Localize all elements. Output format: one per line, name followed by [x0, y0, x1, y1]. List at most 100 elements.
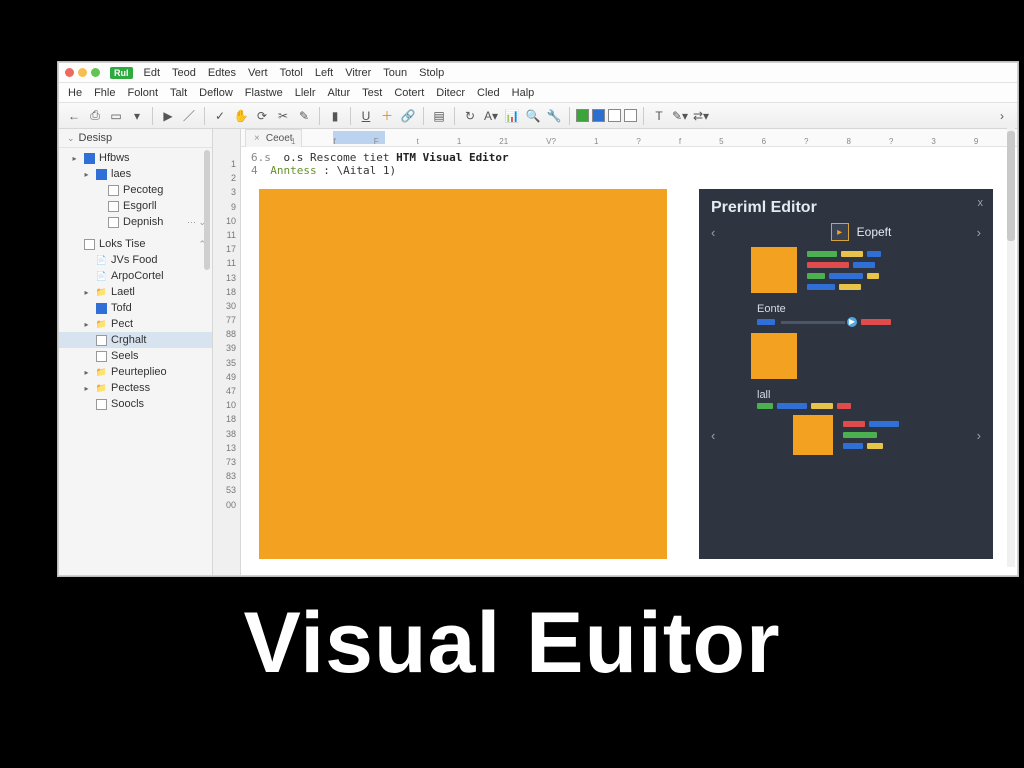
menu-item[interactable]: Toun	[380, 67, 410, 79]
swatch-green-icon[interactable]	[576, 109, 589, 122]
tree-scrollbar[interactable]	[204, 150, 210, 270]
play-icon[interactable]: ▶	[159, 107, 177, 125]
expander-icon[interactable]: ▸	[81, 287, 92, 298]
panel-slider[interactable]: ▶	[757, 319, 981, 325]
text-a-icon[interactable]: A▾	[482, 107, 500, 125]
tree-node[interactable]: Soocls	[59, 396, 212, 412]
panel-close-icon[interactable]: x	[978, 197, 984, 209]
tree-node[interactable]: ▸Hfbws	[59, 150, 212, 166]
expander-icon[interactable]: ▸	[69, 153, 80, 164]
scrollbar-thumb[interactable]	[1007, 131, 1015, 241]
text-t-icon[interactable]: T	[650, 107, 668, 125]
tree-node[interactable]: Loks Tise⌃	[59, 236, 212, 252]
check-icon[interactable]: ✓	[211, 107, 229, 125]
menu-item[interactable]: Altur	[325, 87, 354, 99]
pen-icon[interactable]: ／	[180, 107, 198, 125]
link-icon[interactable]: 🔗	[399, 107, 417, 125]
chevron-left-icon[interactable]: ‹	[711, 225, 715, 240]
menu-item[interactable]: Left	[312, 67, 336, 79]
menu-item[interactable]: He	[65, 87, 85, 99]
chevron-down-icon[interactable]: ⌄	[67, 133, 75, 144]
cut-icon[interactable]: ✂	[274, 107, 292, 125]
expander-icon[interactable]: ▸	[81, 367, 92, 378]
forward-button[interactable]: ›	[993, 107, 1011, 125]
slider-track[interactable]: ▶	[781, 321, 855, 324]
wrench-icon[interactable]: 🔧	[545, 107, 563, 125]
thumbnail-icon[interactable]	[751, 247, 797, 293]
tree-node[interactable]: Esgorll	[59, 198, 212, 214]
thumbnail-icon[interactable]	[751, 333, 797, 379]
canvas-shape[interactable]	[259, 189, 667, 559]
brush-icon[interactable]: ✎▾	[671, 107, 689, 125]
thumbnail-icon[interactable]	[793, 415, 833, 455]
back-button[interactable]: ←	[65, 107, 83, 125]
tree-label: Esgorll	[123, 200, 157, 212]
layout-icon[interactable]: ▤	[430, 107, 448, 125]
editor-canvas[interactable]: 1fFt121V?1?f56?8?39101340114?F × Ceoet 6…	[241, 129, 1017, 575]
expander-icon[interactable]: ▸	[81, 383, 92, 394]
menu-item[interactable]: Talt	[167, 87, 190, 99]
tree-node[interactable]: Depnish⋯ ⌄	[59, 214, 212, 230]
hand-icon[interactable]: ✋	[232, 107, 250, 125]
menu-item[interactable]: Llelr	[292, 87, 319, 99]
dropdown-icon[interactable]: ▾	[128, 107, 146, 125]
chevron-right-icon[interactable]: ›	[977, 428, 981, 443]
menu-item[interactable]: Folont	[124, 87, 161, 99]
zoom-dot-icon[interactable]	[91, 68, 100, 77]
play-knob-icon[interactable]: ▶	[845, 315, 859, 329]
tree-node[interactable]: Crghalt	[59, 332, 212, 348]
underline-icon[interactable]: U	[357, 107, 375, 125]
chart-icon[interactable]: 📊	[503, 107, 521, 125]
tree-node[interactable]: ▸📁Laetl	[59, 284, 212, 300]
tree-node[interactable]: ▸📁Peurteplieo	[59, 364, 212, 380]
tree-node[interactable]: ▸laes	[59, 166, 212, 182]
loop-icon[interactable]: ↻	[461, 107, 479, 125]
chevron-left-icon[interactable]: ‹	[711, 428, 715, 443]
tree-node[interactable]: Pecoteg	[59, 182, 212, 198]
align-icon[interactable]: ⇄▾	[692, 107, 710, 125]
tree-node[interactable]: Seels	[59, 348, 212, 364]
menu-item[interactable]: Test	[359, 87, 385, 99]
menu-item[interactable]: Totol	[277, 67, 306, 79]
expander-icon[interactable]: ▸	[81, 319, 92, 330]
menu-item[interactable]: Vitrer	[342, 67, 374, 79]
swatch-box-icon[interactable]	[624, 109, 637, 122]
swatch-grid-icon[interactable]	[608, 109, 621, 122]
menu-item[interactable]: Deflow	[196, 87, 236, 99]
rotate-icon[interactable]: ⟳	[253, 107, 271, 125]
chevron-right-icon[interactable]: ›	[977, 225, 981, 240]
tree-node[interactable]: ▸📁Pect	[59, 316, 212, 332]
gutter-line: 00	[213, 500, 240, 514]
tree-node[interactable]: 📄JVs Food	[59, 252, 212, 268]
menu-item[interactable]: Cotert	[391, 87, 427, 99]
plus-icon[interactable]: ＋	[378, 107, 396, 125]
project-tree[interactable]: ▸Hfbws▸laesPecoteg Esgorll Depnish⋯ ⌄ Loks …	[59, 148, 212, 414]
menu-item[interactable]: Cled	[474, 87, 503, 99]
tree-node[interactable]: ▸📁Pectess	[59, 380, 212, 396]
menu-item[interactable]: Edtes	[205, 67, 239, 79]
window-controls[interactable]	[65, 68, 100, 77]
zoom-icon[interactable]: 🔍	[524, 107, 542, 125]
minimize-dot-icon[interactable]	[78, 68, 87, 77]
menu-item[interactable]: Fhle	[91, 87, 118, 99]
doc-icon[interactable]: ▭	[107, 107, 125, 125]
menu-item[interactable]: Flastwe	[242, 87, 286, 99]
horizontal-ruler[interactable]: 1fFt121V?1?f56?8?39101340114?F	[241, 129, 1017, 147]
menu-item[interactable]: Teod	[169, 67, 199, 79]
menu-item[interactable]: Ditecr	[433, 87, 468, 99]
close-icon[interactable]: ×	[254, 133, 260, 144]
menu-item[interactable]: Edt	[141, 67, 164, 79]
expander-icon[interactable]: ▸	[81, 169, 92, 180]
col-icon[interactable]: ▮	[326, 107, 344, 125]
print-icon[interactable]: ⎙	[86, 107, 104, 125]
close-dot-icon[interactable]	[65, 68, 74, 77]
menu-item[interactable]: Vert	[245, 67, 271, 79]
tree-node[interactable]: 📄ArpoCortel	[59, 268, 212, 284]
panel-selector[interactable]: ▸ Eopeft	[831, 223, 892, 241]
vertical-scrollbar[interactable]	[1007, 123, 1015, 567]
swatch-blue-icon[interactable]	[592, 109, 605, 122]
menu-item[interactable]: Stolp	[416, 67, 447, 79]
tree-node[interactable]: Tofd	[59, 300, 212, 316]
wand-icon[interactable]: ✎	[295, 107, 313, 125]
menu-item[interactable]: Halp	[509, 87, 538, 99]
